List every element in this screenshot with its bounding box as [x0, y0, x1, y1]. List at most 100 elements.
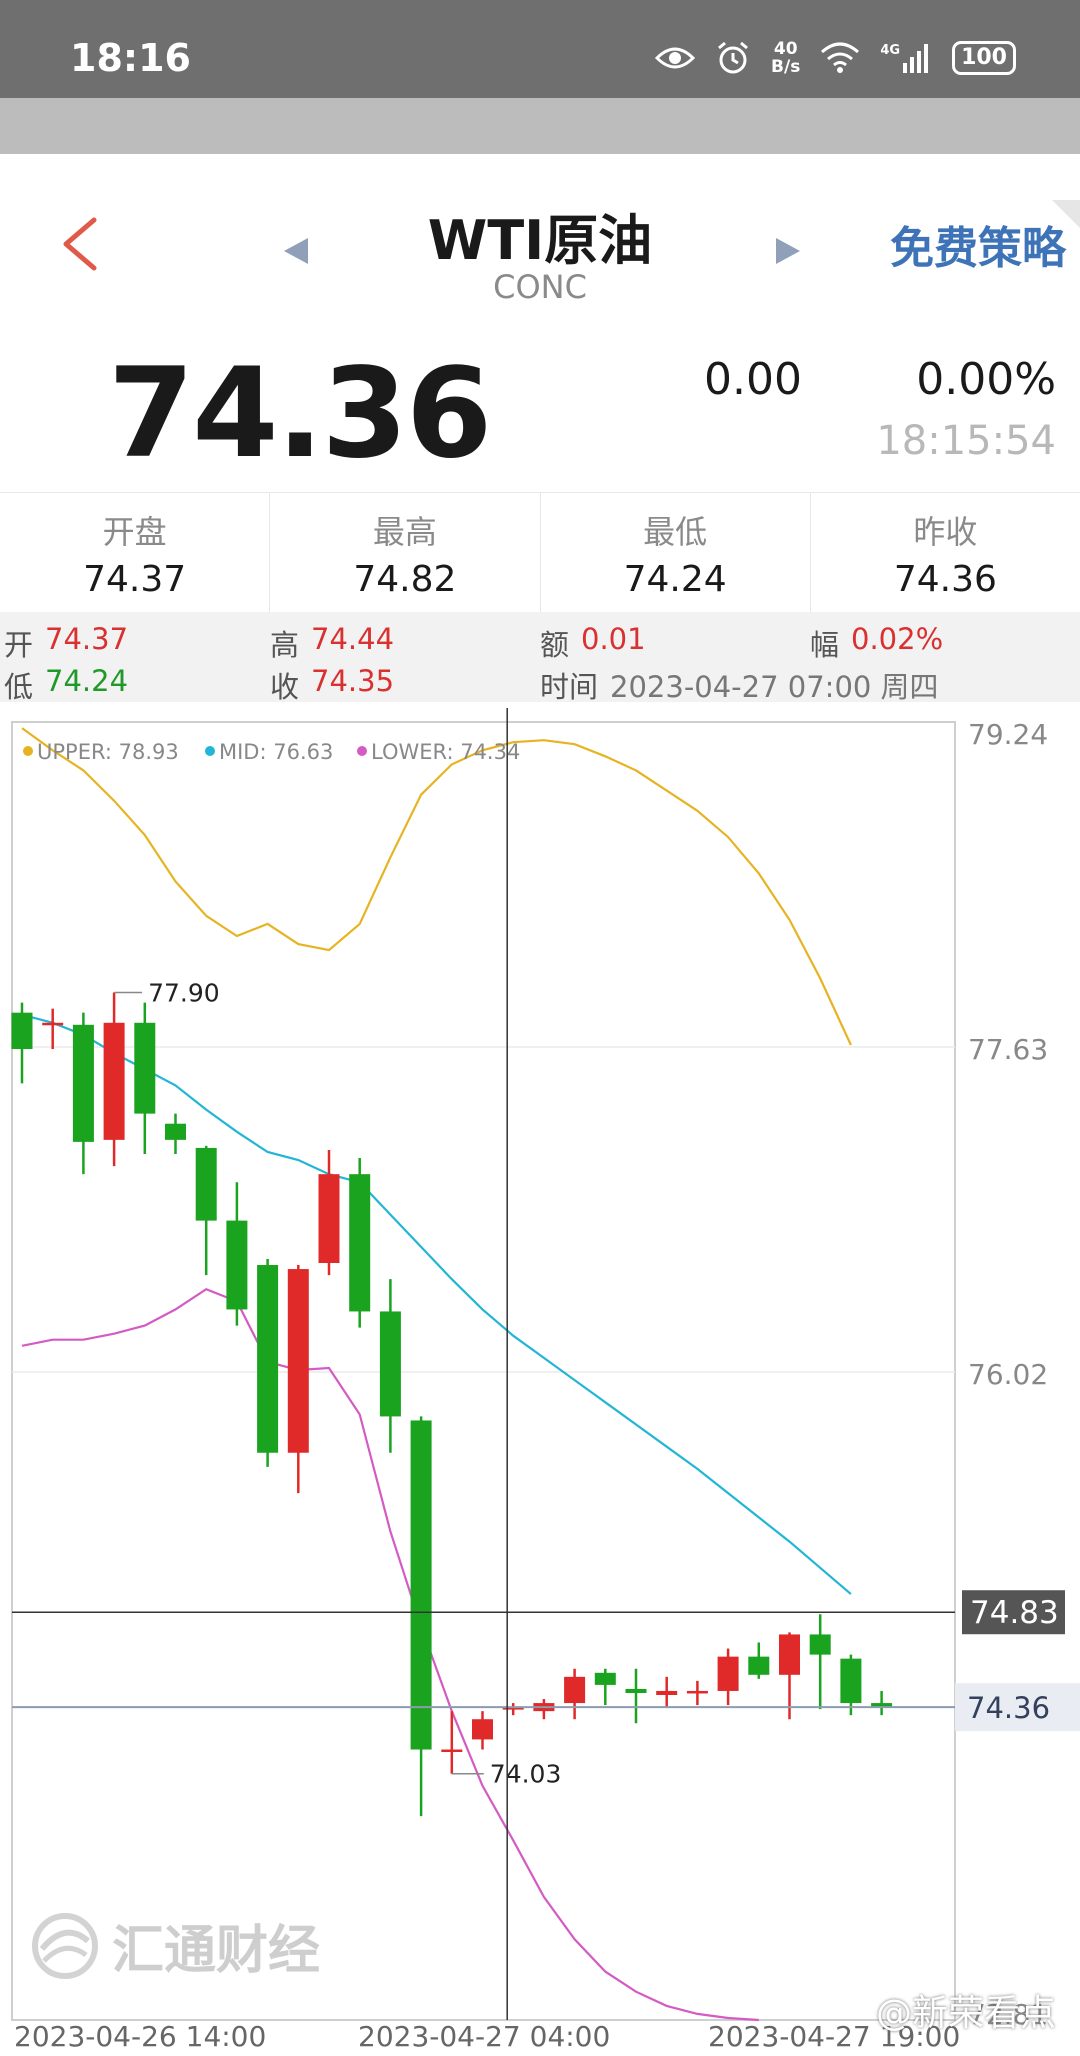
candle-body [134, 1022, 156, 1114]
candle-body [809, 1634, 831, 1655]
price-change: 0.00 [704, 354, 802, 405]
brand-logo-icon [32, 1912, 98, 1979]
candle-body [410, 1420, 432, 1750]
candle-body [226, 1220, 248, 1310]
stats-row: 开盘 74.37 最高 74.82 最低 74.24 昨收 74.36 [0, 492, 1080, 614]
eye-icon [655, 47, 696, 69]
network-speed: 40 B/s [771, 40, 800, 76]
candle-body [72, 1024, 94, 1142]
free-strategy-link[interactable]: 免费策略 [890, 212, 1066, 276]
quote-panel: 74.36 0.00 0.00% 18:15:54 [0, 324, 1080, 492]
chart-frame [11, 721, 956, 2021]
candle-body [656, 1690, 678, 1695]
boll-upper-line [21, 727, 852, 1046]
detail-amount: 额 0.01 [540, 622, 646, 664]
candle-body [42, 1022, 64, 1026]
candle-body [717, 1656, 739, 1691]
back-arrow-icon[interactable] [58, 214, 102, 274]
detail-range: 幅 0.02% [810, 622, 943, 664]
detail-amount-value: 0.01 [581, 622, 646, 656]
legend-dot [23, 746, 33, 756]
current-price-label: 74.36 [967, 1691, 1050, 1725]
detail-open-label: 开 [4, 628, 34, 662]
instrument-title: WTI原油 [427, 209, 653, 272]
detail-range-label: 幅 [810, 628, 840, 662]
watermark-brand: 汇通财经 [112, 1921, 321, 1981]
candle-detail-panel: 开 74.37 高 74.44 额 0.01 幅 0.02% 低 74.24 收… [0, 612, 1080, 704]
kline-chart[interactable]: 79.2477.6376.0272.812023-04-26 14:00 2023… [0, 702, 1080, 2053]
candle-body [686, 1690, 708, 1694]
corner-fold [1052, 200, 1080, 228]
kline-chart-area[interactable]: 79.24 77.63 76.02 72.81 2023-04-26 14:00 2023… [0, 702, 1080, 2053]
candle-body [257, 1265, 279, 1453]
network-type: 4G [880, 43, 901, 58]
candle-body [748, 1656, 770, 1675]
max-price-label: 77.90 [148, 979, 220, 1008]
stat-prev-close: 昨收 74.36 [811, 493, 1080, 613]
stat-label: 最高 [372, 513, 437, 551]
detail-open-value: 74.37 [45, 622, 129, 656]
stat-label: 开盘 [102, 513, 167, 551]
wifi-icon [821, 42, 860, 73]
prev-instrument-icon[interactable] [282, 236, 310, 266]
candle-body [349, 1174, 371, 1312]
candle-body [441, 1749, 463, 1752]
y-tick-label: 79.24 [968, 718, 1048, 751]
candle-body [103, 1022, 125, 1140]
legend-item: LOWER: 74.34 [371, 740, 520, 764]
detail-low-label: 低 [4, 670, 34, 704]
stat-low: 最低 74.24 [541, 493, 811, 613]
stat-high: 最高 74.82 [270, 493, 541, 613]
candle-body [840, 1658, 862, 1704]
candle-body [11, 1012, 33, 1050]
y-tick-label: 76.02 [968, 1358, 1048, 1391]
detail-high: 高 74.44 [270, 622, 394, 664]
candle-body [165, 1123, 186, 1140]
crosshair-price-label: 74.83 [970, 1595, 1059, 1631]
status-time: 18:16 [70, 36, 191, 80]
stat-value: 74.36 [893, 559, 997, 600]
stat-value: 74.37 [83, 559, 187, 600]
next-instrument-icon[interactable] [774, 236, 802, 266]
detail-high-value: 74.44 [311, 622, 395, 656]
detail-time: 时间 2023-04-27 07:00 周四 [540, 664, 939, 706]
detail-low-value: 74.24 [45, 664, 129, 698]
network-speed-unit: B/s [771, 57, 801, 77]
candle-body [287, 1269, 309, 1453]
y-tick-label: 77.63 [968, 1033, 1048, 1066]
corner-watermark: @新荣看点 [875, 1993, 1056, 2034]
current-price: 74.36 [108, 342, 492, 486]
status-icons: 40 B/s 4G 100 [655, 34, 1016, 82]
detail-time-label: 时间 [540, 670, 599, 704]
legend-item: MID: 76.63 [219, 740, 333, 764]
stat-label: 最低 [643, 513, 708, 551]
candle-body [594, 1672, 616, 1685]
detail-close-label: 收 [270, 670, 300, 704]
status-bar: 18:16 40 B/s 4G 100 [0, 0, 1080, 98]
stat-value: 74.24 [623, 559, 727, 600]
detail-close-value: 74.35 [311, 664, 395, 698]
stat-label: 昨收 [913, 513, 978, 551]
detail-range-value: 0.02% [851, 622, 944, 656]
candle-body [625, 1688, 647, 1693]
candle-body [779, 1634, 800, 1675]
candle-body [318, 1174, 340, 1264]
detail-high-label: 高 [270, 628, 300, 662]
legend-dot [205, 746, 215, 756]
watermark: 汇通财经 [30, 1908, 320, 1983]
candle-body [564, 1676, 586, 1704]
legend-item: UPPER: 78.93 [37, 740, 179, 764]
candle-body [379, 1311, 401, 1417]
detail-time-value: 2023-04-27 07:00 周四 [610, 670, 939, 704]
quote-time: 18:15:54 [876, 418, 1056, 464]
x-tick-label: 2023-04-26 14:00 [14, 2020, 266, 2052]
stat-value: 74.82 [353, 559, 457, 600]
candle-body [195, 1147, 217, 1221]
detail-close: 收 74.35 [270, 664, 394, 706]
alarm-icon [718, 41, 749, 74]
instrument-code: CONC [493, 268, 587, 306]
price-change-percent: 0.00% [916, 354, 1056, 405]
detail-open: 开 74.37 [4, 622, 128, 664]
signal-icon [903, 44, 929, 73]
detail-low: 低 74.24 [4, 664, 128, 706]
